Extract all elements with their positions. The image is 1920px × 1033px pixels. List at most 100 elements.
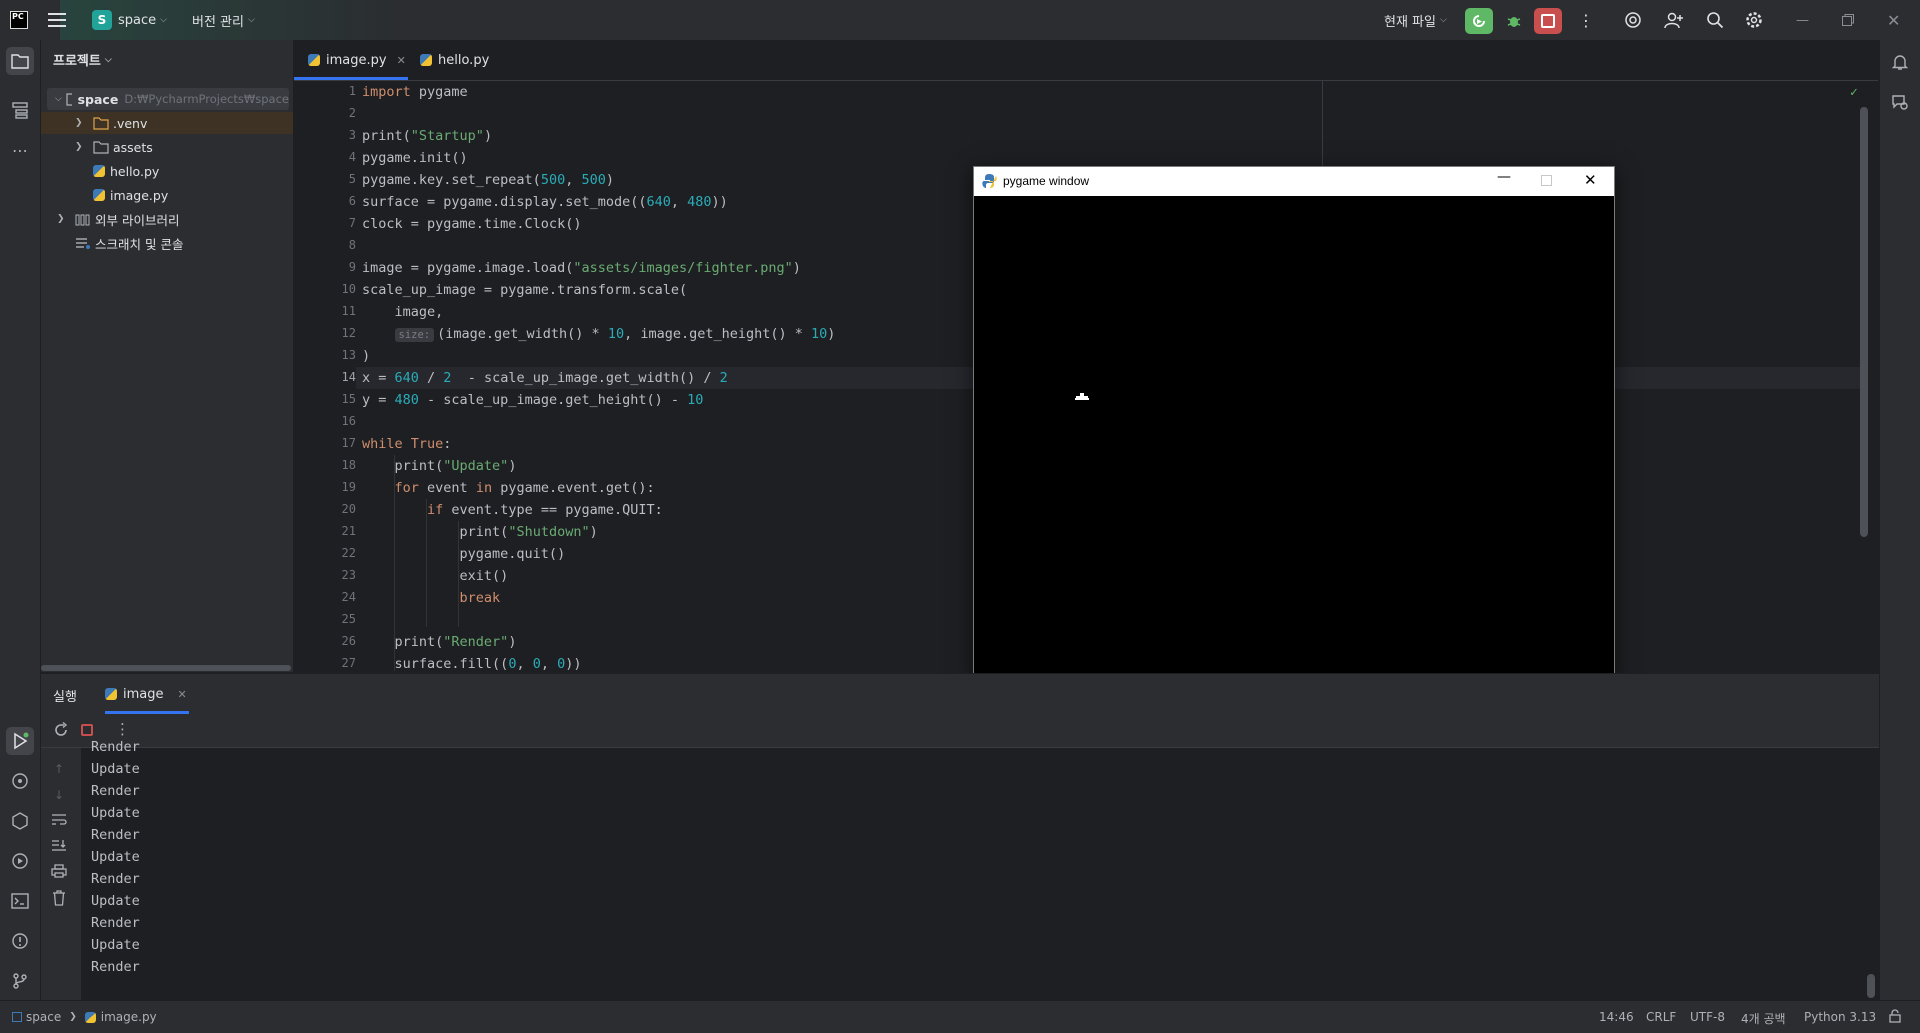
line-number: 11 [341, 304, 356, 318]
tab-image-py[interactable]: image.py ✕ [308, 40, 406, 80]
pygame-minimize-button[interactable]: — [1497, 169, 1511, 185]
tab-label: image.py [326, 52, 387, 68]
project-tool-icon[interactable] [6, 47, 34, 75]
console-line-partial: Render [91, 739, 140, 755]
add-user-icon[interactable] [1664, 0, 1684, 40]
code-line: y = 480 - scale_up_image.get_height() - … [362, 392, 704, 408]
services-icon[interactable] [6, 807, 34, 835]
more-actions-icon[interactable]: ⋮ [115, 720, 130, 738]
ai-assistant-icon[interactable] [1624, 0, 1642, 40]
pygame-maximize-button[interactable] [1541, 175, 1552, 186]
line-number: 25 [341, 612, 356, 626]
tab-label: hello.py [438, 52, 490, 68]
close-window-button[interactable]: ✕ [1887, 0, 1900, 40]
more-actions-icon[interactable]: ⋮ [1578, 0, 1594, 40]
scroll-up-icon[interactable]: ↑ [54, 762, 64, 776]
pygame-window[interactable]: pygame window — ✕ [973, 166, 1615, 678]
search-icon[interactable] [1706, 0, 1724, 40]
soft-wrap-icon[interactable] [51, 812, 67, 830]
code-line: clock = pygame.time.Clock() [362, 216, 582, 232]
tree-root-space[interactable]: ⌵ space D:₩PycharmProjects₩space [47, 88, 289, 110]
pygame-close-button[interactable]: ✕ [1584, 171, 1597, 189]
git-branch-icon[interactable] [6, 967, 34, 995]
tree-item-hello-py[interactable]: hello.py [41, 160, 159, 182]
editor-scrollbar[interactable] [1860, 107, 1868, 537]
chevron-down-icon: ⌵ [104, 54, 112, 65]
line-number: 10 [341, 282, 356, 296]
stop-button[interactable] [1534, 8, 1562, 34]
rerun-icon[interactable] [53, 721, 69, 742]
chevron-right-icon: ❯ [69, 1012, 77, 1022]
cursor-position[interactable]: 14:46 [1599, 1010, 1634, 1024]
console-line: Render [91, 783, 140, 799]
rerun-button[interactable] [1465, 8, 1493, 34]
indent-setting[interactable]: 4개 공백 [1741, 1010, 1786, 1027]
run-tool-icon[interactable] [6, 727, 34, 755]
notifications-bell-icon[interactable] [1886, 48, 1914, 76]
console-line: Render [91, 959, 140, 975]
more-tools-icon[interactable]: ⋯ [6, 136, 34, 164]
file-encoding[interactable]: UTF-8 [1690, 1010, 1725, 1024]
debug-button[interactable] [1500, 8, 1528, 34]
horizontal-scrollbar[interactable] [41, 665, 291, 671]
close-tab-icon[interactable]: ✕ [178, 688, 187, 701]
pygame-titlebar[interactable]: pygame window — ✕ [974, 167, 1614, 196]
tree-item-scratches[interactable]: 스크래치 및 콘솔 [41, 232, 183, 254]
stop-icon[interactable] [81, 724, 93, 736]
right-tool-strip [1879, 40, 1920, 1000]
close-tab-icon[interactable]: ✕ [397, 54, 406, 67]
line-number: 5 [348, 172, 356, 186]
code-line: exit() [362, 568, 509, 584]
tree-item-external-libraries[interactable]: ❯ 외부 라이브러리 [41, 208, 179, 230]
console-line: Render [91, 915, 140, 931]
scratches-icon [76, 238, 90, 249]
run-services-icon[interactable] [6, 847, 34, 875]
code-line: pygame.key.set_repeat(500, 500) [362, 172, 614, 188]
run-tab-image[interactable]: image ✕ [105, 674, 187, 714]
console-scrollbar[interactable] [1867, 974, 1875, 998]
trash-icon[interactable] [51, 890, 67, 910]
run-panel-header: 실행 image ✕ [41, 673, 1879, 714]
code-line: image, [362, 304, 444, 320]
console-line: Render [91, 827, 140, 843]
restore-button[interactable] [1842, 0, 1854, 40]
vcs-menu[interactable]: 버전 관리 ⌵ [192, 0, 255, 40]
structure-tool-icon[interactable] [6, 96, 34, 124]
line-number: 22 [341, 546, 356, 560]
print-icon[interactable] [51, 864, 67, 882]
minimize-button[interactable]: — [1796, 0, 1809, 40]
indent-guide [426, 499, 427, 627]
lock-icon[interactable] [1888, 1009, 1902, 1026]
settings-gear-icon[interactable] [1745, 0, 1763, 40]
line-number: 7 [348, 216, 356, 230]
folder-icon [93, 141, 109, 154]
project-panel-header[interactable]: 프로젝트 ⌵ [53, 50, 112, 69]
line-number: 24 [341, 590, 356, 604]
main-menu-icon[interactable] [48, 0, 66, 40]
scroll-down-icon[interactable]: ↓ [54, 788, 64, 802]
tree-item-assets[interactable]: ❯ assets [41, 136, 153, 158]
pygame-surface[interactable] [974, 196, 1614, 677]
line-separator[interactable]: CRLF [1646, 1010, 1676, 1024]
module-icon [12, 1012, 22, 1022]
console-output[interactable]: Render Update Render Update Render Update Ren… [81, 739, 1879, 1000]
tree-item-image-py[interactable]: image.py [41, 184, 168, 206]
console-actions-strip: ↑ ↓ [41, 748, 81, 1000]
line-number: 6 [348, 194, 356, 208]
python-interpreter[interactable]: Python 3.13 [1804, 1010, 1876, 1024]
root-name: space [77, 91, 119, 107]
terminal-icon[interactable] [6, 887, 34, 915]
ai-chat-icon[interactable] [1886, 88, 1914, 116]
code-line: image = pygame.image.load("assets/images… [362, 260, 801, 276]
scroll-to-end-icon[interactable] [51, 838, 67, 856]
no-problems-check-icon[interactable]: ✓ [1850, 85, 1858, 100]
project-switcher[interactable]: S space ⌵ [92, 0, 167, 40]
tree-item-venv[interactable]: ❯ .venv [41, 112, 293, 134]
problems-icon[interactable] [6, 927, 34, 955]
breadcrumb[interactable]: space ❯ image.py [12, 1001, 157, 1033]
line-number: 27 [341, 656, 356, 670]
tab-hello-py[interactable]: hello.py [420, 40, 489, 80]
folder-icon [93, 117, 109, 130]
python-packages-icon[interactable] [6, 767, 34, 795]
run-config-selector[interactable]: 현재 파일 ⌵ [1384, 0, 1447, 40]
